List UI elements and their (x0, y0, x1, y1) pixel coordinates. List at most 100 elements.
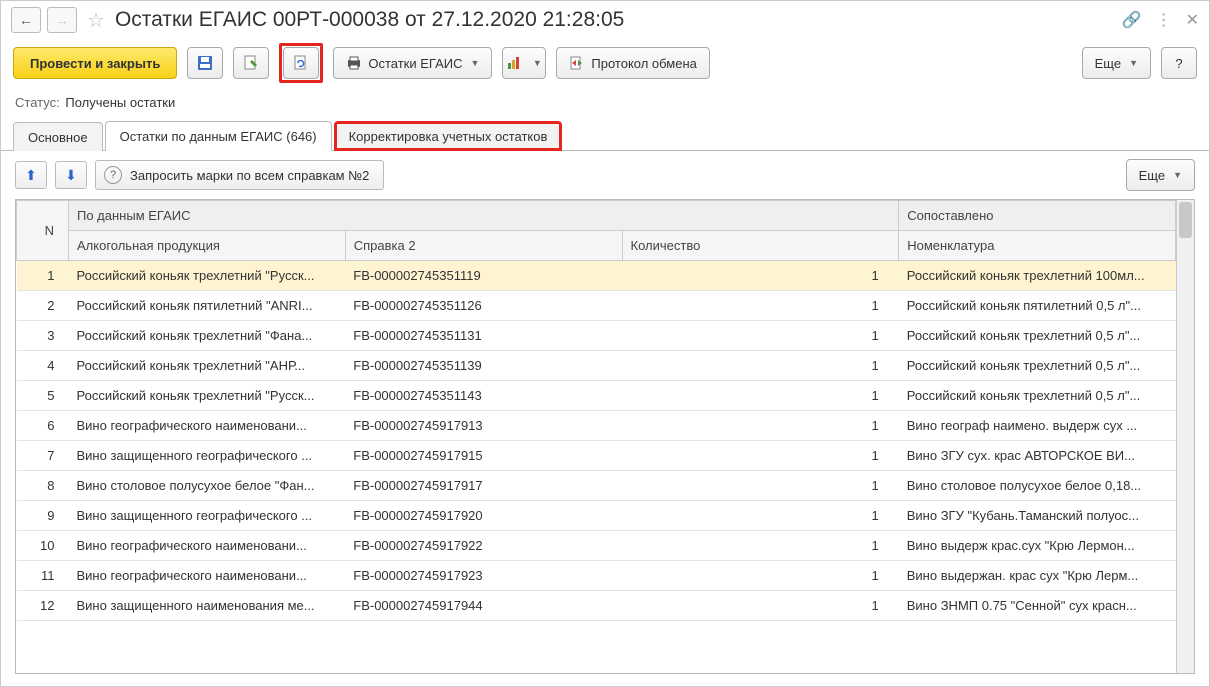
favorite-star-icon[interactable]: ☆ (87, 8, 105, 33)
data-table[interactable]: N По данным ЕГАИС Сопоставлено Алкогольн… (16, 200, 1176, 621)
cell-qty: 1 (622, 381, 899, 411)
col-group-egais[interactable]: По данным ЕГАИС (69, 201, 899, 231)
cell-n: 12 (17, 591, 69, 621)
help-button[interactable]: ? (1161, 47, 1197, 79)
table-row[interactable]: 2Российский коньяк пятилетний "ANRI...FB… (17, 291, 1176, 321)
cell-product: Вино географического наименовани... (69, 411, 346, 441)
cell-ref: FB-000002745917913 (345, 411, 622, 441)
protocol-button[interactable]: Протокол обмена (556, 47, 710, 79)
post-icon (242, 54, 260, 72)
cell-product: Вино географического наименовани... (69, 531, 346, 561)
refresh-button[interactable] (283, 47, 319, 79)
nav-back-button[interactable]: ← (11, 7, 41, 33)
cell-n: 5 (17, 381, 69, 411)
table-row[interactable]: 7Вино защищенного географического ...FB-… (17, 441, 1176, 471)
table-row[interactable]: 12Вино защищенного наименования ме...FB-… (17, 591, 1176, 621)
cell-nom: Вино ЗНМП 0.75 "Сенной" сух красн... (899, 591, 1176, 621)
chevron-down-icon: ▼ (470, 58, 479, 68)
table-row[interactable]: 11Вино географического наименовани...FB-… (17, 561, 1176, 591)
cell-ref: FB-000002745917923 (345, 561, 622, 591)
cell-product: Вино защищенного географического ... (69, 441, 346, 471)
arrow-down-icon: ⬇ (65, 167, 77, 184)
cell-qty: 1 (622, 591, 899, 621)
cell-qty: 1 (622, 471, 899, 501)
cell-product: Российский коньяк трехлетний "Фана... (69, 321, 346, 351)
col-header-n[interactable]: N (17, 201, 69, 261)
table-more-button[interactable]: Еще ▼ (1126, 159, 1195, 191)
more-menu-icon[interactable]: ⋮ (1156, 10, 1172, 30)
refresh-icon (292, 54, 310, 72)
cell-ref: FB-000002745917915 (345, 441, 622, 471)
cell-n: 11 (17, 561, 69, 591)
cell-ref: FB-000002745917944 (345, 591, 622, 621)
table-row[interactable]: 10Вино географического наименовани...FB-… (17, 531, 1176, 561)
cell-qty: 1 (622, 291, 899, 321)
cell-n: 2 (17, 291, 69, 321)
more-button[interactable]: Еще ▼ (1082, 47, 1151, 79)
cell-product: Вино защищенного географического ... (69, 501, 346, 531)
cell-n: 7 (17, 441, 69, 471)
close-icon[interactable]: ✕ (1186, 10, 1199, 30)
link-icon[interactable]: 🔗 (1122, 10, 1142, 30)
chevron-down-icon: ▼ (533, 58, 542, 68)
table-row[interactable]: 3Российский коньяк трехлетний "Фана...FB… (17, 321, 1176, 351)
tab-correction[interactable]: Корректировка учетных остатков (334, 121, 563, 151)
cell-product: Вино географического наименовани... (69, 561, 346, 591)
cell-qty: 1 (622, 501, 899, 531)
col-header-qty[interactable]: Количество (622, 231, 899, 261)
question-icon: ? (104, 166, 122, 184)
print-icon (346, 55, 362, 71)
cell-product: Российский коньяк пятилетний "ANRI... (69, 291, 346, 321)
nav-forward-button[interactable]: → (47, 7, 77, 33)
chevron-down-icon: ▼ (1173, 170, 1182, 180)
cell-nom: Вино ЗГУ "Кубань.Таманский полуос... (899, 501, 1176, 531)
save-button[interactable] (187, 47, 223, 79)
cell-nom: Вино географ наимено. выдерж сух ... (899, 411, 1176, 441)
cell-product: Российский коньяк трехлетний "Русск... (69, 261, 346, 291)
query-marks-button[interactable]: ? Запросить марки по всем справкам №2 (95, 160, 384, 190)
page-title: Остатки ЕГАИС 00РТ-000038 от 27.12.2020 … (115, 8, 1116, 32)
cell-nom: Российский коньяк трехлетний 0,5 л"... (899, 321, 1176, 351)
tab-main[interactable]: Основное (13, 122, 103, 151)
cell-nom: Российский коньяк трехлетний 0,5 л"... (899, 351, 1176, 381)
table-row[interactable]: 4Российский коньяк трехлетний "АНР...FB-… (17, 351, 1176, 381)
cell-n: 3 (17, 321, 69, 351)
exchange-icon (569, 55, 585, 71)
cell-ref: FB-000002745351131 (345, 321, 622, 351)
vertical-scrollbar[interactable] (1176, 200, 1194, 673)
table-row[interactable]: 6Вино географического наименовани...FB-0… (17, 411, 1176, 441)
col-header-nom[interactable]: Номенклатура (899, 231, 1176, 261)
cell-qty: 1 (622, 261, 899, 291)
cell-nom: Российский коньяк трехлетний 0,5 л"... (899, 381, 1176, 411)
table-row[interactable]: 8Вино столовое полусухое белое "Фан...FB… (17, 471, 1176, 501)
reports-button[interactable]: ▼ (502, 47, 546, 79)
table-row[interactable]: 9Вино защищенного географического ...FB-… (17, 501, 1176, 531)
submit-close-button[interactable]: Провести и закрыть (13, 47, 177, 79)
scrollbar-thumb[interactable] (1179, 202, 1192, 238)
cell-n: 6 (17, 411, 69, 441)
highlight-box-1 (279, 43, 323, 83)
col-header-ref[interactable]: Справка 2 (345, 231, 622, 261)
chevron-down-icon: ▼ (1129, 58, 1138, 68)
move-up-button[interactable]: ⬆ (15, 161, 47, 189)
col-group-matched[interactable]: Сопоставлено (899, 201, 1176, 231)
cell-n: 10 (17, 531, 69, 561)
table-row[interactable]: 1Российский коньяк трехлетний "Русск...F… (17, 261, 1176, 291)
col-header-product[interactable]: Алкогольная продукция (69, 231, 346, 261)
status-row: Статус: Получены остатки (1, 93, 1209, 120)
cell-ref: FB-000002745917917 (345, 471, 622, 501)
cell-product: Вино защищенного наименования ме... (69, 591, 346, 621)
cell-nom: Вино выдержан. крас сух "Крю Лерм... (899, 561, 1176, 591)
cell-ref: FB-000002745917922 (345, 531, 622, 561)
cell-qty: 1 (622, 441, 899, 471)
print-button[interactable]: Остатки ЕГАИС ▼ (333, 47, 492, 79)
cell-product: Российский коньяк трехлетний "АНР... (69, 351, 346, 381)
cell-ref: FB-000002745351139 (345, 351, 622, 381)
post-button[interactable] (233, 47, 269, 79)
arrow-up-icon: ⬆ (25, 167, 37, 184)
cell-nom: Российский коньяк пятилетний 0,5 л"... (899, 291, 1176, 321)
table-row[interactable]: 5Российский коньяк трехлетний "Русск...F… (17, 381, 1176, 411)
move-down-button[interactable]: ⬇ (55, 161, 87, 189)
cell-n: 8 (17, 471, 69, 501)
tab-egais-data[interactable]: Остатки по данным ЕГАИС (646) (105, 121, 332, 151)
